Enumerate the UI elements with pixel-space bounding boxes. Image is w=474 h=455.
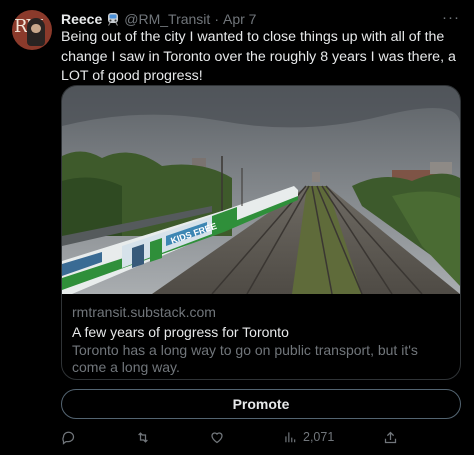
share-icon (383, 430, 398, 445)
separator-dot: · (214, 11, 219, 27)
heart-icon (209, 430, 225, 445)
retweet-button[interactable] (135, 428, 151, 446)
action-bar: 2,071 (61, 428, 461, 446)
reply-button[interactable] (61, 428, 76, 446)
link-card[interactable]: KIDS FREE rmtransit.substack.com A few y… (61, 85, 461, 380)
more-options-icon[interactable]: ··· (442, 9, 460, 26)
user-handle[interactable]: @RM_Transit (124, 11, 210, 27)
tweet[interactable]: RM Reece @RM_Transit · Apr 7 ··· Being o… (0, 0, 474, 455)
tweet-text: Being out of the city I wanted to close … (61, 29, 456, 84)
like-button[interactable] (209, 428, 225, 446)
share-button[interactable] (383, 428, 398, 446)
commuter-train-photo[interactable]: KIDS FREE (62, 86, 460, 294)
views-icon (283, 430, 297, 444)
reply-icon (61, 430, 76, 445)
tweet-header: Reece @RM_Transit · Apr 7 (61, 10, 256, 28)
card-title[interactable]: A few years of progress for Toronto (72, 324, 289, 340)
promote-button[interactable]: Promote (61, 389, 461, 419)
post-date[interactable]: Apr 7 (223, 11, 256, 27)
avatar[interactable]: RM (12, 10, 52, 50)
avatar-portrait (27, 18, 45, 46)
card-domain: rmtransit.substack.com (72, 304, 216, 320)
card-description: Toronto has a long way to go on public t… (72, 342, 418, 375)
views-button[interactable]: 2,071 (283, 428, 334, 446)
views-count: 2,071 (303, 430, 335, 444)
display-name[interactable]: Reece (61, 11, 102, 27)
train-emoji-icon (106, 12, 120, 26)
retweet-icon (135, 430, 151, 445)
